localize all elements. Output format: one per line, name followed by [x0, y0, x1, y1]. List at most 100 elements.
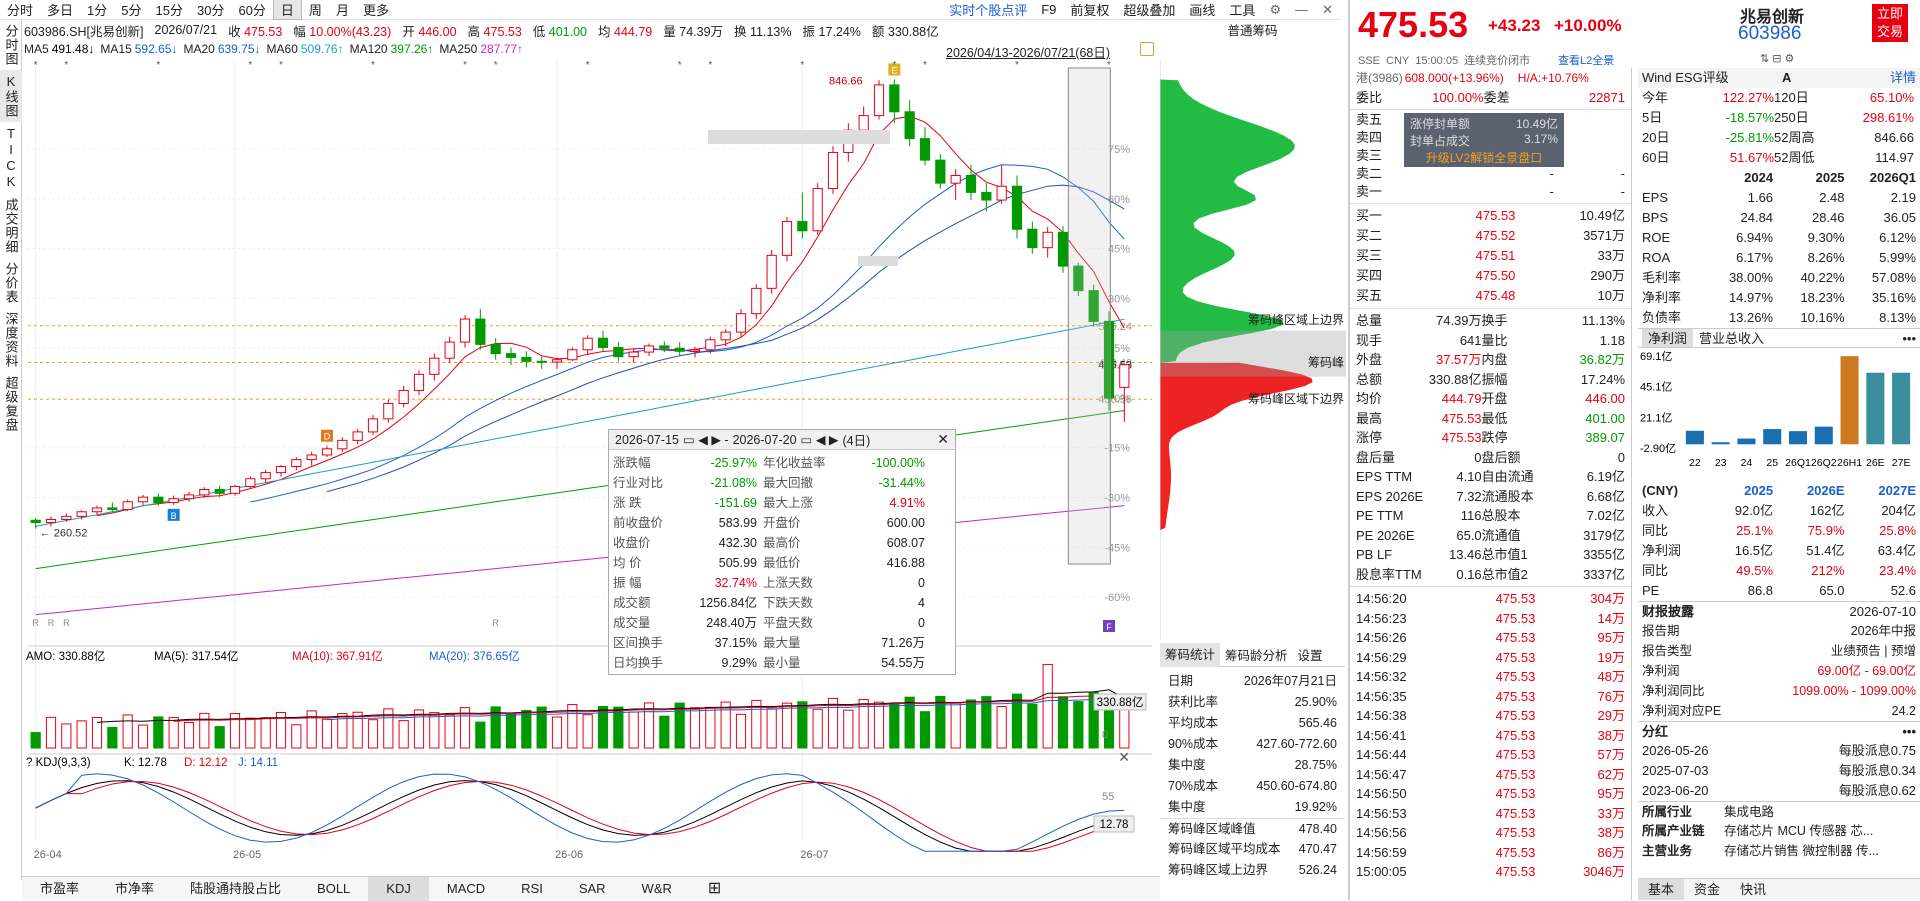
candle [597, 337, 609, 348]
event-badge-f[interactable]: F [1103, 620, 1115, 632]
rights-marker: R [48, 618, 55, 628]
trade-button[interactable]: 立即交易 [1872, 4, 1908, 42]
volume-bar [950, 702, 961, 749]
stat-row: 最高 475.53 最低 401.00 [1356, 410, 1625, 426]
kdj-j: J: 14.11 [238, 757, 278, 769]
fund-bottom-tab-0[interactable]: 基本 [1638, 879, 1685, 900]
indicator-tab-2[interactable]: 陆股通持股占比 [172, 877, 299, 901]
range-selection[interactable] [1067, 67, 1111, 565]
l2-link[interactable]: 查看L2全景 [1558, 52, 1614, 68]
indicator-tab-4[interactable]: KDJ [368, 876, 429, 901]
toolbar-item-3[interactable]: 超级叠加 [1116, 0, 1182, 19]
range-stats-popup[interactable]: 2026-07-15 ▭ ◀ ▶ - 2026-07-20 ▭ ◀ ▶ (4日)… [608, 429, 956, 675]
period-3[interactable]: 5分 [114, 0, 148, 19]
turnover-value: 11.13% [750, 24, 792, 39]
close-icon[interactable]: ✕ [937, 431, 949, 448]
candle [1057, 231, 1069, 267]
indicator-tab-5[interactable]: MACD [429, 877, 503, 901]
event-badge-d[interactable]: D [321, 429, 333, 442]
fund-bottom-tab-2[interactable]: 快讯 [1730, 879, 1776, 900]
volume-bar [873, 701, 885, 749]
chip-stat-row: 筹码峰区域平均成本 470.47 [1168, 842, 1337, 856]
indicator-tab-3[interactable]: BOLL [299, 877, 368, 901]
vtab-5[interactable]: 深度资料 [0, 308, 22, 372]
popup-cell: 最大回撤 [763, 476, 814, 490]
star-marker: * [64, 60, 68, 71]
vertical-tabs: 分时图 K线图 TICK 成交明细 分价表 深度资料 超级复盘 [0, 20, 22, 880]
close-icon[interactable]: ✕ [1315, 2, 1340, 18]
chip-tab-0[interactable]: 筹码统计 [1160, 642, 1221, 667]
ma250-line [35, 505, 1125, 616]
volume-bar [689, 707, 701, 749]
period-10[interactable]: 更多 [356, 0, 396, 19]
volume-bar [245, 717, 256, 749]
indicator-tab-7[interactable]: SAR [561, 877, 624, 901]
period-6[interactable]: 60分 [231, 0, 272, 19]
lock-icon[interactable] [1140, 42, 1154, 56]
bar-ytick: -2.90亿 [1640, 442, 1676, 455]
indicator-tab-0[interactable]: 市盈率 [22, 877, 97, 901]
bar-xtick: 24 [1741, 457, 1753, 469]
chip-stat-row: 筹码峰区域上边界 526.24 [1168, 863, 1337, 877]
vtab-4[interactable]: 分价表 [0, 258, 22, 308]
profit-bar [1685, 430, 1704, 445]
toolbar-item-1[interactable]: F9 [1034, 2, 1063, 17]
chip-tab-2[interactable]: 设置 [1293, 645, 1328, 664]
indicator-tab-8[interactable]: W&R [624, 877, 690, 901]
candle [229, 485, 241, 494]
popup-cell: 600.00 [886, 516, 925, 530]
stat-row: 现手 641 量比 1.18 [1356, 332, 1625, 348]
est-row: 净利润 16.5亿 51.4亿 63.4亿 [1642, 543, 1917, 558]
toolbar-item-2[interactable]: 前复权 [1063, 0, 1116, 19]
volume-bar [674, 702, 685, 749]
range-text[interactable]: 2026/04/13-2026/07/21(68日) [946, 42, 1110, 61]
indicator-tab-6[interactable]: RSI [503, 877, 561, 901]
vtab-1[interactable]: K线图 [0, 70, 22, 122]
candle [643, 345, 655, 353]
vtab-0[interactable]: 分时图 [0, 20, 22, 70]
popup-cell: 前收盘价 [613, 516, 664, 530]
period-1[interactable]: 多日 [40, 0, 80, 19]
vtab-3[interactable]: 成交明细 [0, 194, 22, 258]
gear-icon[interactable]: ⚙ [1262, 2, 1288, 18]
quote-info-line: 603986.SH[兆易创新] 2026/07/21 收 475.53 幅 10… [24, 20, 1154, 40]
toolbar-item-5[interactable]: 工具 [1222, 0, 1262, 19]
volume-bar [582, 714, 593, 749]
period-8[interactable]: 周 [302, 0, 329, 19]
period-4[interactable]: 15分 [149, 0, 190, 19]
chip-tab-1[interactable]: 筹码龄分析 [1220, 645, 1293, 664]
minus-icon[interactable]: — [1288, 2, 1315, 17]
toolbar-item-0[interactable]: 实时个股点评 [942, 0, 1034, 19]
quote-date: 2026/07/21 [154, 23, 218, 37]
more-icon[interactable]: ••• [1902, 722, 1916, 741]
fund-bottom-tab-1[interactable]: 资金 [1684, 879, 1730, 900]
kline-chart[interactable]: 75%60%45%30%15%0%-15%-30%-45%-60%26-04 26… [24, 60, 1160, 876]
panel-icons[interactable]: ⇅ ⊟ ⚙ [1760, 52, 1794, 65]
fund-tab-0[interactable]: 净利润 [1642, 329, 1694, 347]
popup-cell: -151.69 [714, 496, 757, 510]
ma120-line [35, 410, 1125, 570]
popup-to-date[interactable]: 2026-07-20 [733, 433, 797, 447]
volume-bar [321, 718, 333, 749]
fund-tab-1[interactable]: 营业总收入 [1693, 329, 1770, 347]
event-badge-b[interactable]: B [167, 508, 180, 521]
period-2[interactable]: 1分 [80, 0, 114, 19]
period-5[interactable]: 30分 [190, 0, 231, 19]
vtab-2[interactable]: TICK [0, 122, 22, 194]
period-0[interactable]: 分时 [0, 0, 40, 19]
period-9[interactable]: 月 [329, 0, 356, 19]
ma-item-4: MA120 397.26↑ [349, 42, 434, 56]
esg-detail-link[interactable]: 详情 [1890, 68, 1916, 88]
candle [122, 501, 133, 510]
indicator-tab-1[interactable]: 市净率 [97, 877, 172, 901]
profit-bar [1866, 372, 1885, 445]
close-icon[interactable]: ✕ [1118, 749, 1130, 765]
toolbar-item-4[interactable]: 画线 [1182, 0, 1222, 19]
vtab-6[interactable]: 超级复盘 [0, 372, 22, 436]
more-icon[interactable]: ••• [1902, 329, 1916, 347]
popup-from-date[interactable]: 2026-07-15 [615, 433, 679, 447]
period-7[interactable]: 日 [272, 0, 302, 20]
candle [475, 318, 486, 345]
upgrade-lv2-link[interactable]: 升级LV2解锁全景盘口 [1410, 149, 1558, 166]
add-indicator-icon[interactable]: ⊞ [690, 877, 739, 901]
